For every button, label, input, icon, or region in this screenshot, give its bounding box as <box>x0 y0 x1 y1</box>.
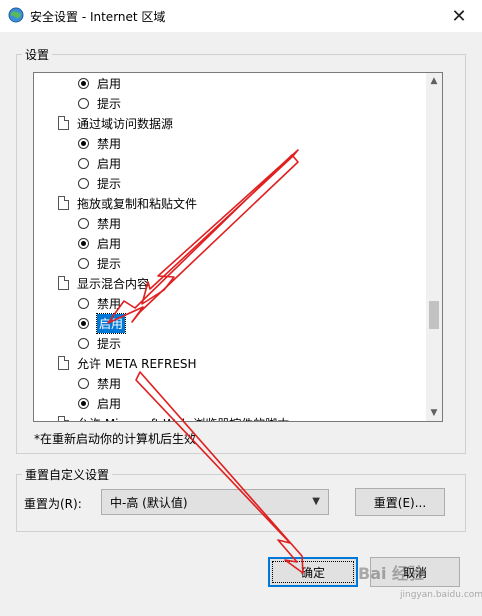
setting-option[interactable]: 禁用 <box>34 213 121 233</box>
window-title: 安全设置 - Internet 区域 <box>30 10 166 24</box>
reset-level-value: 中-高 (默认值) <box>110 495 188 510</box>
setting-label: 禁用 <box>97 376 122 391</box>
watermark: Bai 经验 <box>358 564 425 583</box>
setting-label: 通过域访问数据源 <box>77 116 174 131</box>
radio-checked-icon[interactable] <box>78 77 89 89</box>
setting-label: 启用 <box>97 396 122 411</box>
document-icon <box>58 116 69 130</box>
setting-header: 拖放或复制和粘贴文件 <box>34 193 197 213</box>
setting-option[interactable]: 启用 <box>34 153 121 173</box>
vertical-scrollbar[interactable]: ▲ ▼ <box>426 73 442 421</box>
radio-unchecked-icon[interactable] <box>78 97 89 109</box>
settings-list-rows: 启用 提示 通过域访问数据源 禁用 启用 提示 拖放或复制和粘贴文件 禁用 启用 提示 显示混合内容… <box>34 73 426 421</box>
setting-label: 提示 <box>97 256 122 271</box>
document-icon <box>58 416 69 421</box>
radio-unchecked-icon[interactable] <box>78 217 89 229</box>
setting-label: 提示 <box>97 96 122 111</box>
setting-option[interactable]: 提示 <box>34 173 121 193</box>
ok-button-label: 确定 <box>300 565 325 580</box>
settings-listbox[interactable]: 启用 提示 通过域访问数据源 禁用 启用 提示 拖放或复制和粘贴文件 禁用 启用 提示 显示混合内容… <box>33 72 443 422</box>
setting-label: 允许 Microsoft Web 浏览器控件的脚本 <box>77 415 289 422</box>
setting-option[interactable]: 提示 <box>34 333 121 353</box>
setting-option[interactable]: 禁用 <box>34 373 121 393</box>
setting-option[interactable]: 启用 <box>34 73 121 93</box>
setting-header: 允许 META REFRESH <box>34 353 197 373</box>
close-icon: ✕ <box>451 5 467 27</box>
setting-label: 提示 <box>97 176 122 191</box>
chevron-down-icon: ▼ <box>430 408 438 418</box>
radio-checked-icon[interactable] <box>78 237 89 249</box>
setting-option[interactable]: 启用 <box>34 233 121 253</box>
title-bar: 安全设置 - Internet 区域 ✕ <box>0 0 482 32</box>
setting-option[interactable]: 禁用 <box>34 293 121 313</box>
close-button[interactable]: ✕ <box>436 0 482 32</box>
scroll-down-button[interactable]: ▼ <box>426 405 442 421</box>
setting-header: 通过域访问数据源 <box>34 113 173 133</box>
watermark-url: jingyan.baidu.com <box>400 590 482 600</box>
settings-group-label: 设置 <box>22 46 53 63</box>
document-icon <box>58 196 69 210</box>
radio-checked-icon[interactable] <box>78 137 89 149</box>
setting-label: 启用 <box>97 236 122 251</box>
setting-option[interactable]: 禁用 <box>34 133 121 153</box>
setting-option[interactable]: 启用 <box>34 393 121 413</box>
setting-label: 允许 META REFRESH <box>77 356 197 371</box>
setting-label: 禁用 <box>97 136 122 151</box>
internet-globe-icon <box>8 7 24 23</box>
document-icon <box>58 276 69 290</box>
radio-unchecked-icon[interactable] <box>78 377 89 389</box>
reset-button-label: 重置(E)... <box>373 495 427 510</box>
setting-label: 启用 <box>97 156 122 171</box>
setting-label: 禁用 <box>97 216 122 231</box>
chevron-down-icon: ▼ <box>312 496 320 507</box>
radio-unchecked-icon[interactable] <box>78 257 89 269</box>
setting-label: 启用 <box>95 312 127 334</box>
chevron-up-icon: ▲ <box>430 76 438 86</box>
setting-label: 拖放或复制和粘贴文件 <box>77 196 198 211</box>
restart-note: *在重新启动你的计算机后生效 <box>34 432 197 446</box>
setting-option[interactable]: 提示 <box>34 93 121 113</box>
setting-option[interactable]: 提示 <box>34 253 121 273</box>
setting-header: 允许 Microsoft Web 浏览器控件的脚本 <box>34 413 289 421</box>
reset-level-select[interactable]: 中-高 (默认值) ▼ <box>101 489 329 515</box>
radio-unchecked-icon[interactable] <box>78 337 89 349</box>
radio-checked-icon[interactable] <box>78 397 89 409</box>
setting-option[interactable]: 启用 <box>34 312 127 334</box>
radio-unchecked-icon[interactable] <box>78 297 89 309</box>
radio-unchecked-icon[interactable] <box>78 157 89 169</box>
setting-header: 显示混合内容 <box>34 273 149 293</box>
reset-to-label: 重置为(R): <box>24 497 82 511</box>
scrollbar-thumb[interactable] <box>429 301 439 329</box>
setting-label: 启用 <box>97 76 122 91</box>
reset-button[interactable]: 重置(E)... <box>355 488 445 516</box>
radio-unchecked-icon[interactable] <box>78 177 89 189</box>
setting-label: 禁用 <box>97 296 122 311</box>
setting-label: 显示混合内容 <box>77 276 150 291</box>
setting-label: 提示 <box>97 336 122 351</box>
ok-button[interactable]: 确定 <box>268 557 358 587</box>
scroll-up-button[interactable]: ▲ <box>426 73 442 89</box>
radio-checked-icon[interactable] <box>78 317 89 329</box>
reset-group-label: 重置自定义设置 <box>22 466 113 483</box>
document-icon <box>58 356 69 370</box>
